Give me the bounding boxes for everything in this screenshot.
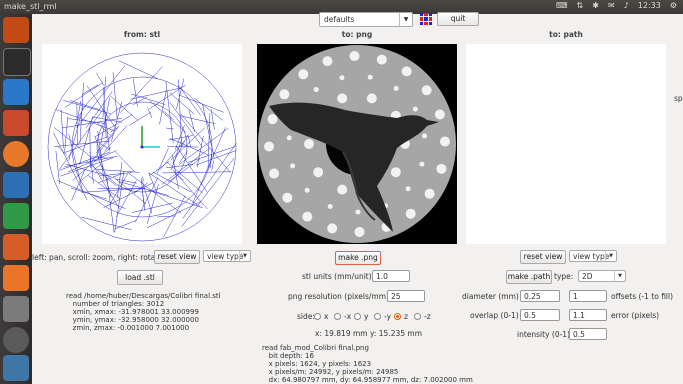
launcher xyxy=(0,14,32,384)
files-icon[interactable] xyxy=(3,110,29,136)
stl-units-label: stl units (mm/unit): xyxy=(302,272,375,281)
keyboard-icon[interactable]: ⌨ xyxy=(556,1,568,10)
path-reset-view-button[interactable]: reset view xyxy=(520,250,566,264)
path-type-label: type: xyxy=(554,272,574,281)
system-tray: ⌨ ⇅ ✱ ✉ ♪ 12:33 ⚙ xyxy=(556,1,677,10)
side-label-x: x xyxy=(324,312,329,321)
diameter-label: diameter (mm) xyxy=(462,292,519,301)
png-info: read fab_mod_Colibri final.png bit depth… xyxy=(262,344,473,384)
settings-gear-icon[interactable]: ⚙ xyxy=(670,1,677,10)
from-stl-title: from: stl xyxy=(123,30,161,39)
view-hint: left: pan, scroll: zoom, right: rotate xyxy=(32,253,163,262)
side-radio--z[interactable] xyxy=(414,313,421,320)
mail-icon[interactable]: ✉ xyxy=(608,1,615,10)
overlap-input[interactable]: 0.5 xyxy=(520,309,560,321)
png-resolution-label: png resolution (pixels/mm): xyxy=(288,292,392,301)
terminal-icon[interactable] xyxy=(3,48,31,76)
chevron-down-icon: ▼ xyxy=(399,13,412,26)
firefox-icon[interactable] xyxy=(3,141,29,167)
make-path-button[interactable]: make .path xyxy=(506,270,552,284)
error-label: error (pixels) xyxy=(611,311,660,320)
side-radio-x[interactable] xyxy=(314,313,321,320)
side-radio--x[interactable] xyxy=(334,313,341,320)
side-label--z: -z xyxy=(424,312,431,321)
writer-icon[interactable] xyxy=(3,172,29,198)
stl-view-type-value: view type xyxy=(207,252,244,261)
system-settings-icon[interactable] xyxy=(3,296,29,322)
to-png-title: to: png xyxy=(341,30,373,39)
png-size-readout: x: 19.819 mm y: 15.235 mm xyxy=(315,329,423,338)
volume-icon[interactable]: ♪ xyxy=(624,1,629,10)
intensity-label: intensity (0-1) xyxy=(517,330,571,339)
offsets-input[interactable]: 1 xyxy=(569,290,607,302)
color-grid-icon[interactable] xyxy=(420,13,432,25)
dropbox-icon[interactable] xyxy=(3,79,29,105)
software-center-icon[interactable] xyxy=(3,265,29,291)
diameter-input[interactable]: 0.25 xyxy=(520,290,560,302)
impress-icon[interactable] xyxy=(3,234,29,260)
quit-button[interactable]: quit xyxy=(437,12,479,26)
window-title: make_stl_rml xyxy=(4,2,57,11)
chevron-down-icon: ▼ xyxy=(614,271,625,281)
chevron-down-icon: ▼ xyxy=(605,251,616,261)
load-stl-button[interactable]: load .stl xyxy=(117,270,163,285)
path-type-select[interactable]: 2D ▼ xyxy=(578,270,626,282)
stl-viewport[interactable] xyxy=(42,44,242,244)
bluetooth-icon[interactable]: ✱ xyxy=(592,1,599,10)
path-view-type-value: view type xyxy=(573,252,610,261)
dash-icon[interactable] xyxy=(3,17,29,43)
intensity-input[interactable]: 0.5 xyxy=(569,328,607,340)
side-label: side: xyxy=(297,312,315,321)
png-viewport[interactable] xyxy=(257,44,457,244)
updater-icon[interactable] xyxy=(3,327,29,353)
to-path-title: to: path xyxy=(549,30,583,39)
path-type-value: 2D xyxy=(582,272,593,281)
preset-value: defaults xyxy=(324,15,355,24)
path-viewport[interactable] xyxy=(466,44,666,244)
stl-view-type-select[interactable]: view type ▼ xyxy=(203,250,251,262)
calc-icon[interactable] xyxy=(3,203,29,229)
make-png-button[interactable]: make .png xyxy=(335,251,381,265)
offsets-label: offsets (-1 to fill) xyxy=(611,292,674,301)
side-label--y: -y xyxy=(384,312,392,321)
side-radio--y[interactable] xyxy=(374,313,381,320)
side-radio-z[interactable] xyxy=(394,313,401,320)
side-radio-y[interactable] xyxy=(354,313,361,320)
side-label-y: y xyxy=(364,312,369,321)
preset-select[interactable]: defaults ▼ xyxy=(319,12,413,27)
side-label-z: z xyxy=(404,312,408,321)
png-resolution-input[interactable]: 25 xyxy=(387,290,425,302)
stl-units-input[interactable]: 1.0 xyxy=(372,270,410,282)
python-icon[interactable] xyxy=(3,355,29,381)
path-view-type-select[interactable]: view type ▼ xyxy=(569,250,617,262)
stl-info: read /home/huber/Descargas/Colibri final… xyxy=(66,292,221,332)
network-icon[interactable]: ⇅ xyxy=(577,1,584,10)
edge-label: sp xyxy=(674,94,683,103)
clock[interactable]: 12:33 xyxy=(638,1,661,10)
side-label--x: -x xyxy=(344,312,352,321)
error-input[interactable]: 1.1 xyxy=(569,309,607,321)
overlap-label: overlap (0-1) xyxy=(470,311,519,320)
chevron-down-icon: ▼ xyxy=(239,251,250,261)
stl-reset-view-button[interactable]: reset view xyxy=(154,250,200,264)
app-window: defaults ▼ quit from: stl to: png to: pa… xyxy=(32,12,683,384)
